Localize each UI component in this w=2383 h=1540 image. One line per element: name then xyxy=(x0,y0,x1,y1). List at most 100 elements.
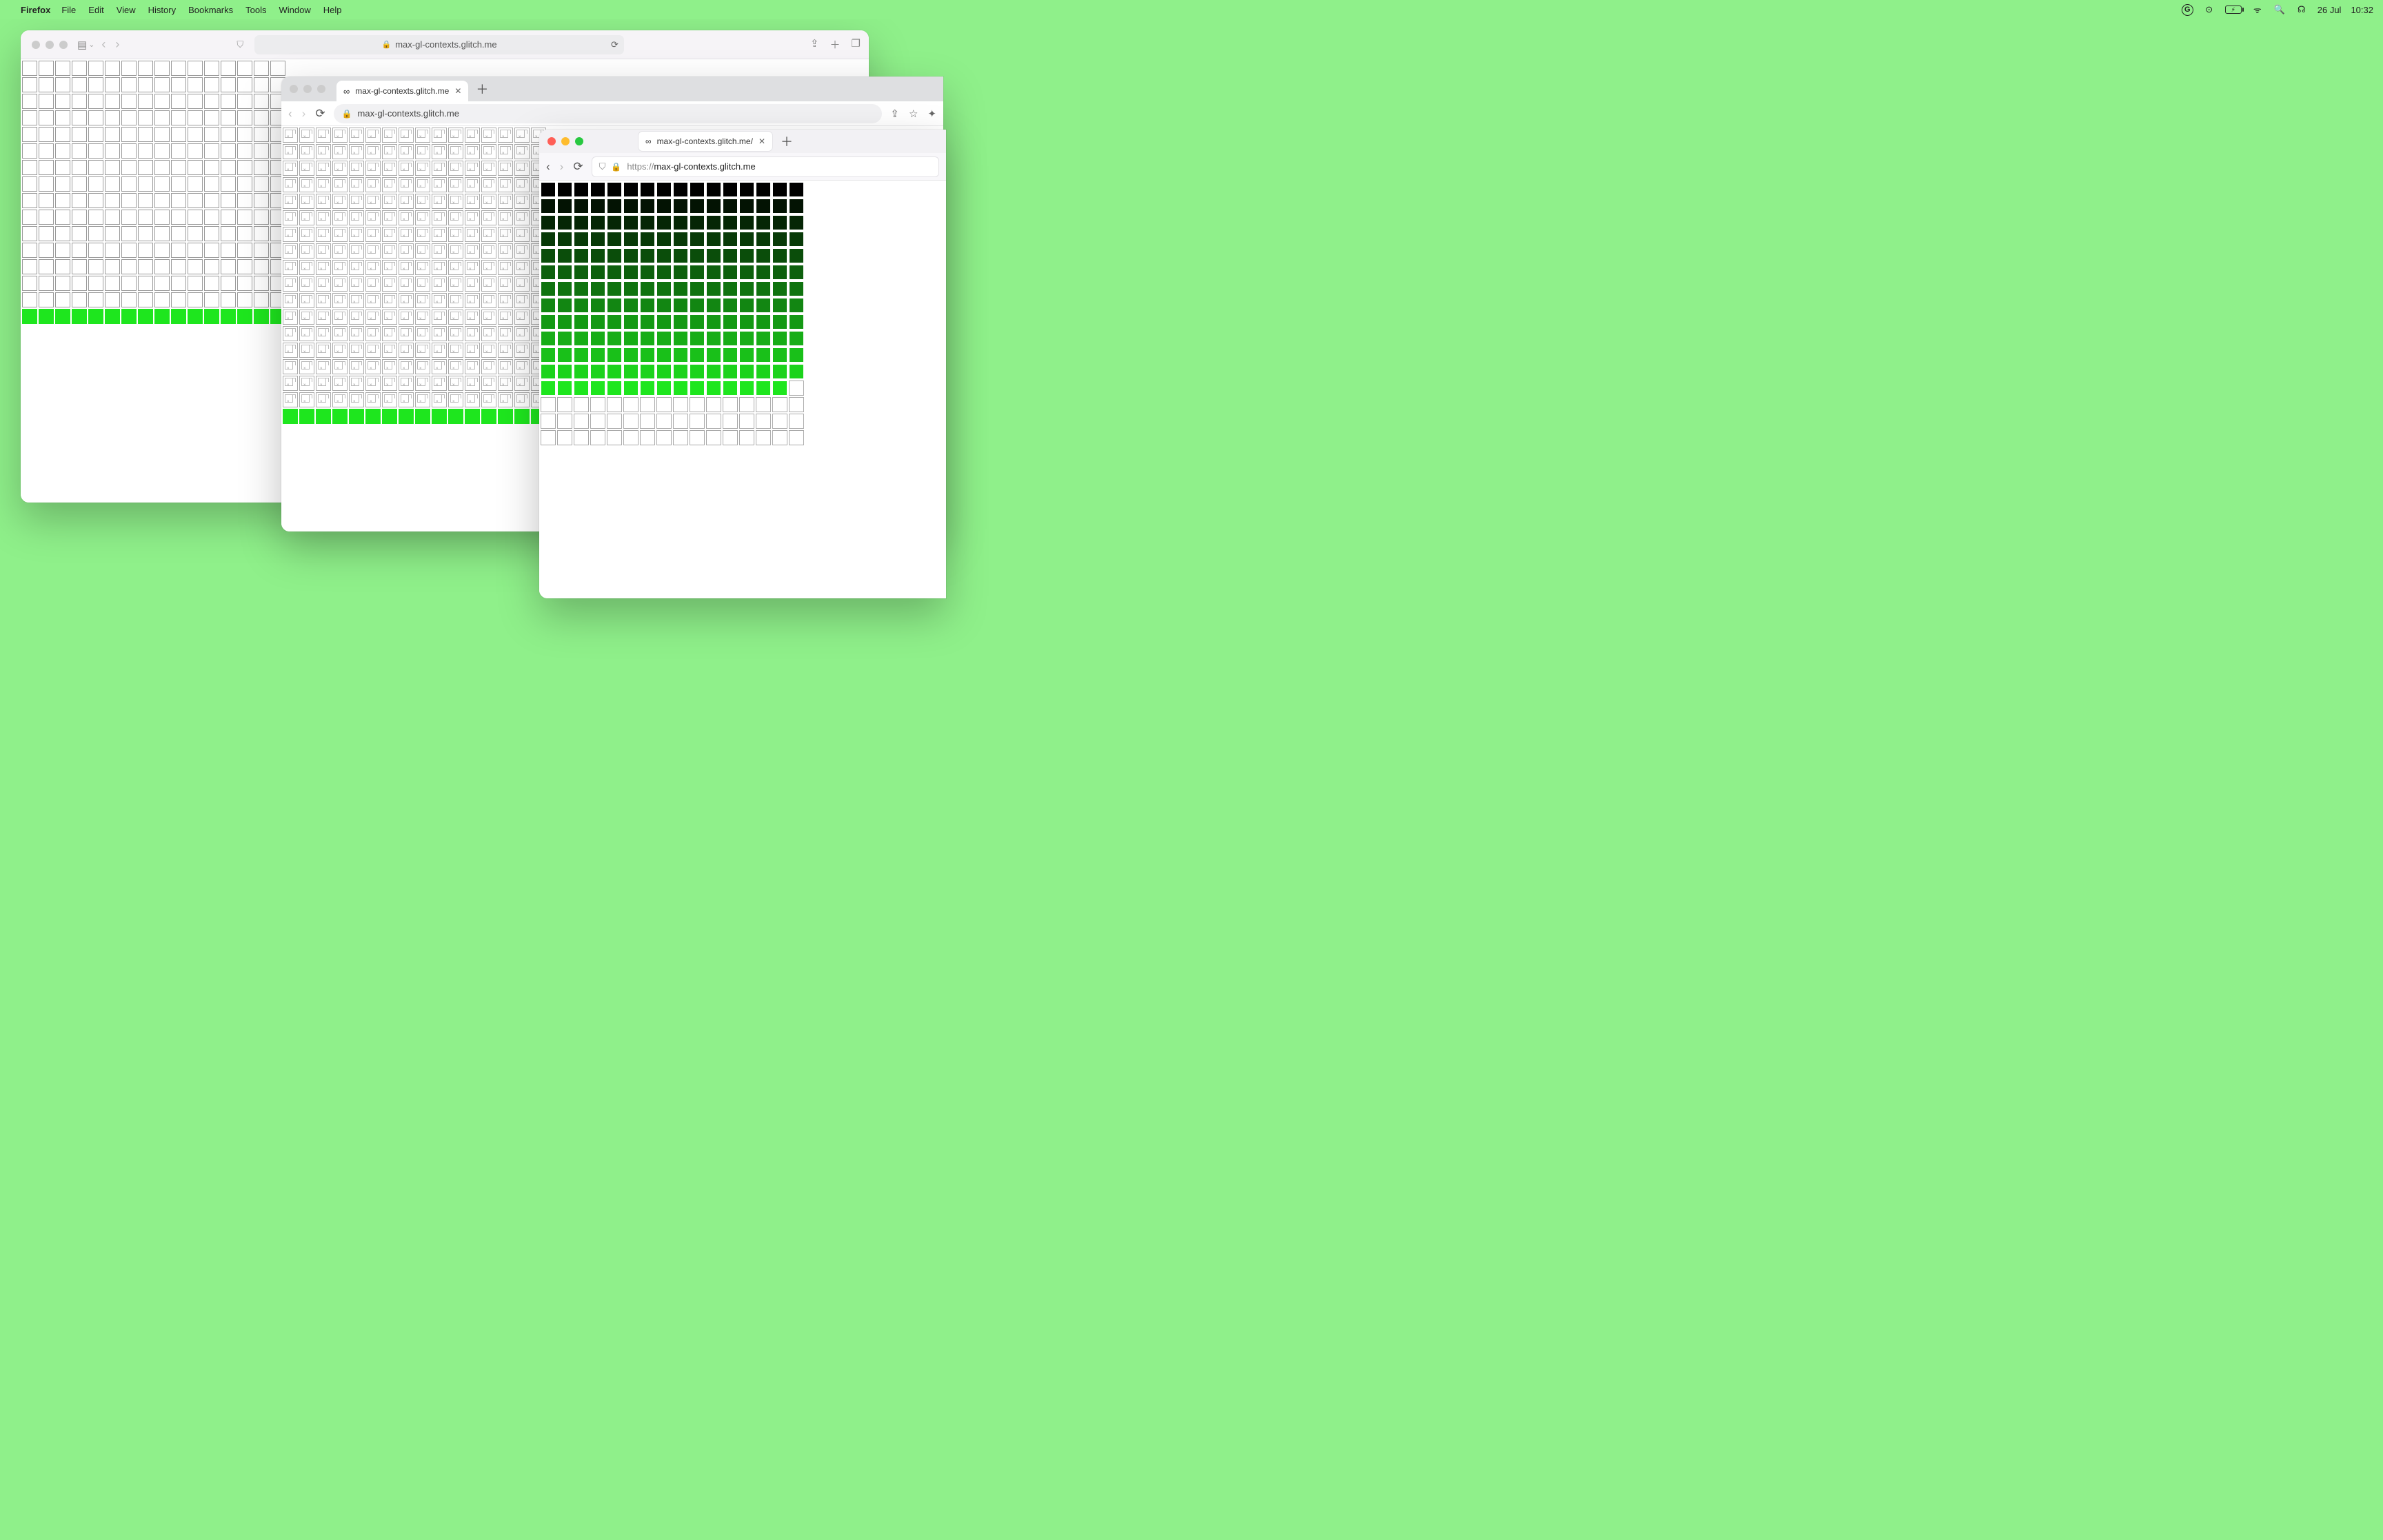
lost-context-cell: × xyxy=(465,144,480,159)
canvas-cell xyxy=(772,347,787,363)
canvas-cell xyxy=(55,160,70,175)
lost-context-cell: × xyxy=(448,359,463,374)
max-dot[interactable] xyxy=(59,41,68,49)
lost-context-cell: × xyxy=(514,343,530,358)
firefox-back-button[interactable]: ‹ xyxy=(546,160,550,174)
firefox-address-bar[interactable]: ⛉ 🔒 https://max-gl-contexts.glitch.me xyxy=(592,156,939,177)
menu-window[interactable]: Window xyxy=(279,5,311,15)
lost-context-cell: × xyxy=(465,243,480,259)
menubar-app-name[interactable]: Firefox xyxy=(21,5,50,15)
lost-context-cell: × xyxy=(283,161,298,176)
lost-context-cell: × xyxy=(283,243,298,259)
chrome-back-button[interactable]: ‹ xyxy=(288,107,292,121)
canvas-cell xyxy=(55,143,70,159)
lost-context-cell: × xyxy=(399,343,414,358)
lost-context-cell: × xyxy=(349,376,364,391)
menubar-battery-icon[interactable]: ⚡︎ xyxy=(2225,6,2242,14)
lost-context-cell: × xyxy=(332,260,348,275)
lost-context-cell: × xyxy=(481,144,496,159)
safari-forward-button[interactable]: › xyxy=(115,37,119,52)
chrome-forward-button[interactable]: › xyxy=(302,107,306,121)
menubar-wifi-icon[interactable]: ᯤ xyxy=(2251,3,2264,16)
max-dot[interactable] xyxy=(575,137,583,145)
close-dot[interactable] xyxy=(32,41,40,49)
min-dot[interactable] xyxy=(46,41,54,49)
safari-reload-button[interactable]: ⟳ xyxy=(611,39,619,50)
canvas-cell xyxy=(72,110,87,125)
safari-share-button[interactable]: ⇪ xyxy=(810,37,819,52)
firefox-new-tab-button[interactable]: ＋ xyxy=(778,132,796,150)
menubar-date[interactable]: 26 Jul xyxy=(2317,5,2342,15)
lost-context-cell: × xyxy=(514,260,530,275)
lost-context-cell: × xyxy=(399,243,414,259)
lost-context-cell: × xyxy=(415,359,430,374)
canvas-cell xyxy=(673,215,688,230)
safari-traffic-lights[interactable] xyxy=(29,41,70,49)
tab-close-button[interactable]: ✕ xyxy=(758,136,765,146)
menubar-spotlight-icon[interactable]: 🔍 xyxy=(2273,3,2286,16)
menu-edit[interactable]: Edit xyxy=(88,5,103,15)
lost-context-cell: × xyxy=(349,310,364,325)
safari-tabs-button[interactable]: ❐ xyxy=(852,37,861,52)
menubar-grammarly-icon[interactable]: G xyxy=(2182,4,2193,16)
safari-sidebar-button[interactable]: ▤ ⌄ xyxy=(77,39,94,51)
safari-newtab-button[interactable]: ＋ xyxy=(830,37,841,52)
canvas-cell xyxy=(739,397,754,412)
safari-privacy-shield-icon[interactable]: ⛉ xyxy=(237,39,243,50)
menubar-controlcenter-icon[interactable]: ☊ xyxy=(2295,3,2308,16)
canvas-cell xyxy=(739,248,754,263)
canvas-cell xyxy=(105,143,120,159)
chrome-new-tab-button[interactable]: ＋ xyxy=(472,80,492,98)
close-dot[interactable] xyxy=(547,137,556,145)
chrome-traffic-lights[interactable] xyxy=(287,85,328,93)
lost-context-cell: × xyxy=(283,276,298,292)
canvas-cell xyxy=(690,364,705,379)
firefox-traffic-lights[interactable] xyxy=(545,137,586,145)
menu-tools[interactable]: Tools xyxy=(245,5,266,15)
safari-back-button[interactable]: ‹ xyxy=(101,37,105,52)
canvas-cell xyxy=(574,265,589,280)
canvas-cell xyxy=(640,331,655,346)
canvas-cell xyxy=(105,226,120,241)
min-dot[interactable] xyxy=(561,137,570,145)
lost-context-cell: × xyxy=(382,227,397,242)
canvas-cell xyxy=(673,232,688,247)
canvas-cell xyxy=(254,259,269,274)
firefox-canvas-grid xyxy=(541,182,945,445)
chrome-bookmark-button[interactable]: ☆ xyxy=(909,108,918,120)
canvas-cell xyxy=(656,414,672,429)
chrome-tab[interactable]: ∞ max-gl-contexts.glitch.me ✕ xyxy=(336,81,468,101)
canvas-cell xyxy=(299,409,314,424)
canvas-cell xyxy=(789,199,804,214)
menubar-nowplaying-icon[interactable]: ⊙ xyxy=(2203,3,2215,16)
canvas-cell xyxy=(154,61,170,76)
firefox-forward-button[interactable]: › xyxy=(560,160,564,174)
lost-context-cell: × xyxy=(514,276,530,292)
chrome-extensions-button[interactable]: ✦ xyxy=(927,108,936,120)
canvas-cell xyxy=(756,232,771,247)
menu-help[interactable]: Help xyxy=(323,5,342,15)
lost-context-cell: × xyxy=(498,210,513,225)
chrome-share-button[interactable]: ⇪ xyxy=(890,108,899,120)
tab-close-button[interactable]: ✕ xyxy=(454,86,461,96)
lost-context-cell: × xyxy=(399,392,414,407)
canvas-cell xyxy=(138,210,153,225)
chrome-omnibox[interactable]: 🔒 max-gl-contexts.glitch.me xyxy=(334,104,883,123)
menu-bookmarks[interactable]: Bookmarks xyxy=(188,5,233,15)
chrome-reload-button[interactable]: ⟳ xyxy=(315,107,325,121)
firefox-shield-icon[interactable]: ⛉ xyxy=(599,161,606,172)
menu-view[interactable]: View xyxy=(117,5,136,15)
safari-url-bar[interactable]: 🔒 max-gl-contexts.glitch.me ⟳ xyxy=(254,35,624,54)
canvas-cell xyxy=(541,248,556,263)
max-dot[interactable] xyxy=(317,85,325,93)
canvas-cell xyxy=(640,232,655,247)
firefox-tab[interactable]: ∞ max-gl-contexts.glitch.me/ ✕ xyxy=(639,132,772,151)
min-dot[interactable] xyxy=(303,85,312,93)
menu-file[interactable]: File xyxy=(61,5,76,15)
canvas-cell xyxy=(789,381,804,396)
firefox-reload-button[interactable]: ⟳ xyxy=(573,160,583,174)
menu-history[interactable]: History xyxy=(148,5,176,15)
menubar-time[interactable]: 10:32 xyxy=(2351,5,2373,15)
canvas-cell xyxy=(690,182,705,197)
close-dot[interactable] xyxy=(290,85,298,93)
